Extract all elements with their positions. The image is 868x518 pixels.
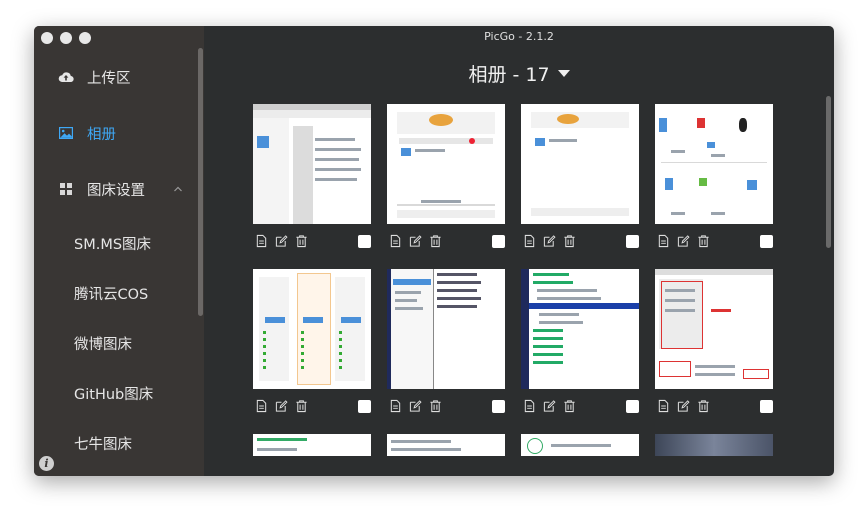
card-toolbar xyxy=(655,234,773,250)
gallery-card xyxy=(387,269,505,413)
edit-icon[interactable] xyxy=(409,399,422,413)
window-title: PicGo - 2.1.2 xyxy=(484,30,554,43)
select-checkbox[interactable] xyxy=(492,235,505,248)
card-toolbar xyxy=(387,234,505,250)
image-thumbnail[interactable] xyxy=(253,269,371,389)
gallery-card xyxy=(655,269,773,413)
edit-icon[interactable] xyxy=(409,234,422,248)
caret-down-icon xyxy=(557,70,570,77)
image-thumbnail[interactable] xyxy=(253,104,371,224)
sidebar-subitem-github[interactable]: GitHub图床 xyxy=(74,383,153,404)
sidebar-item-label: 图床设置 xyxy=(87,182,145,199)
sidebar: 上传区 相册 图床设置 SM.MS图床 腾讯云COS 微博图床 GitHub图床… xyxy=(34,26,204,476)
card-toolbar xyxy=(655,399,773,415)
delete-icon[interactable] xyxy=(563,234,576,248)
image-thumbnail[interactable] xyxy=(655,434,773,456)
edit-icon[interactable] xyxy=(677,399,690,413)
image-thumbnail[interactable] xyxy=(387,269,505,389)
image-thumbnail[interactable] xyxy=(521,269,639,389)
card-toolbar xyxy=(253,234,371,250)
delete-icon[interactable] xyxy=(697,399,710,413)
sidebar-item-gallery[interactable]: 相册 xyxy=(34,124,204,143)
gallery-title-text: 相册 - 17 xyxy=(468,64,550,86)
image-icon xyxy=(59,127,73,139)
gallery-card xyxy=(521,269,639,413)
card-toolbar xyxy=(521,234,639,250)
gallery-card xyxy=(521,434,639,456)
edit-icon[interactable] xyxy=(275,234,288,248)
image-thumbnail[interactable] xyxy=(387,104,505,224)
copy-link-icon[interactable] xyxy=(657,399,670,413)
app-window: 上传区 相册 图床设置 SM.MS图床 腾讯云COS 微博图床 GitHub图床… xyxy=(34,26,834,476)
gallery-card xyxy=(387,104,505,248)
image-thumbnail[interactable] xyxy=(655,104,773,224)
edit-icon[interactable] xyxy=(677,234,690,248)
gallery-card xyxy=(387,434,505,456)
cloud-upload-icon xyxy=(58,72,74,83)
window-controls xyxy=(41,32,91,44)
sidebar-subitem-weibo[interactable]: 微博图床 xyxy=(74,333,132,354)
grid-icon xyxy=(60,183,72,195)
gallery-scrollbar[interactable] xyxy=(826,96,831,248)
image-thumbnail[interactable] xyxy=(253,434,371,456)
sidebar-subitem-smms[interactable]: SM.MS图床 xyxy=(74,233,151,254)
card-toolbar xyxy=(253,399,371,415)
minimize-window-button[interactable] xyxy=(60,32,72,44)
sidebar-subitem-qiniu[interactable]: 七牛图床 xyxy=(74,433,132,454)
gallery-card xyxy=(253,104,371,248)
sidebar-item-upload[interactable]: 上传区 xyxy=(34,68,204,87)
copy-link-icon[interactable] xyxy=(523,234,536,248)
gallery-card xyxy=(253,434,371,456)
gallery-title[interactable]: 相册 - 17 xyxy=(204,60,834,87)
gallery-card xyxy=(655,434,773,456)
close-window-button[interactable] xyxy=(41,32,53,44)
image-thumbnail[interactable] xyxy=(521,434,639,456)
copy-link-icon[interactable] xyxy=(255,399,268,413)
delete-icon[interactable] xyxy=(429,399,442,413)
copy-link-icon[interactable] xyxy=(255,234,268,248)
select-checkbox[interactable] xyxy=(626,400,639,413)
image-thumbnail[interactable] xyxy=(655,269,773,389)
select-checkbox[interactable] xyxy=(760,235,773,248)
edit-icon[interactable] xyxy=(543,234,556,248)
info-icon[interactable]: i xyxy=(39,456,54,471)
delete-icon[interactable] xyxy=(429,234,442,248)
copy-link-icon[interactable] xyxy=(389,234,402,248)
select-checkbox[interactable] xyxy=(358,235,371,248)
gallery-card xyxy=(253,269,371,413)
image-thumbnail[interactable] xyxy=(387,434,505,456)
card-toolbar xyxy=(387,399,505,415)
chevron-up-icon xyxy=(174,186,182,192)
card-toolbar xyxy=(521,399,639,415)
zoom-window-button[interactable] xyxy=(79,32,91,44)
copy-link-icon[interactable] xyxy=(389,399,402,413)
sidebar-item-picbed-settings[interactable]: 图床设置 xyxy=(34,180,204,199)
sidebar-item-label: 上传区 xyxy=(87,70,131,87)
main-panel: PicGo - 2.1.2 相册 - 17 xyxy=(204,26,834,476)
select-checkbox[interactable] xyxy=(626,235,639,248)
gallery-card xyxy=(655,104,773,248)
select-checkbox[interactable] xyxy=(358,400,371,413)
select-checkbox[interactable] xyxy=(492,400,505,413)
delete-icon[interactable] xyxy=(295,399,308,413)
delete-icon[interactable] xyxy=(563,399,576,413)
sidebar-subitem-tencent-cos[interactable]: 腾讯云COS xyxy=(74,283,148,304)
delete-icon[interactable] xyxy=(295,234,308,248)
sidebar-item-label: 相册 xyxy=(87,126,116,143)
delete-icon[interactable] xyxy=(697,234,710,248)
sidebar-scrollbar[interactable] xyxy=(198,48,203,316)
image-thumbnail[interactable] xyxy=(521,104,639,224)
gallery-card xyxy=(521,104,639,248)
edit-icon[interactable] xyxy=(275,399,288,413)
copy-link-icon[interactable] xyxy=(523,399,536,413)
edit-icon[interactable] xyxy=(543,399,556,413)
copy-link-icon[interactable] xyxy=(657,234,670,248)
select-checkbox[interactable] xyxy=(760,400,773,413)
